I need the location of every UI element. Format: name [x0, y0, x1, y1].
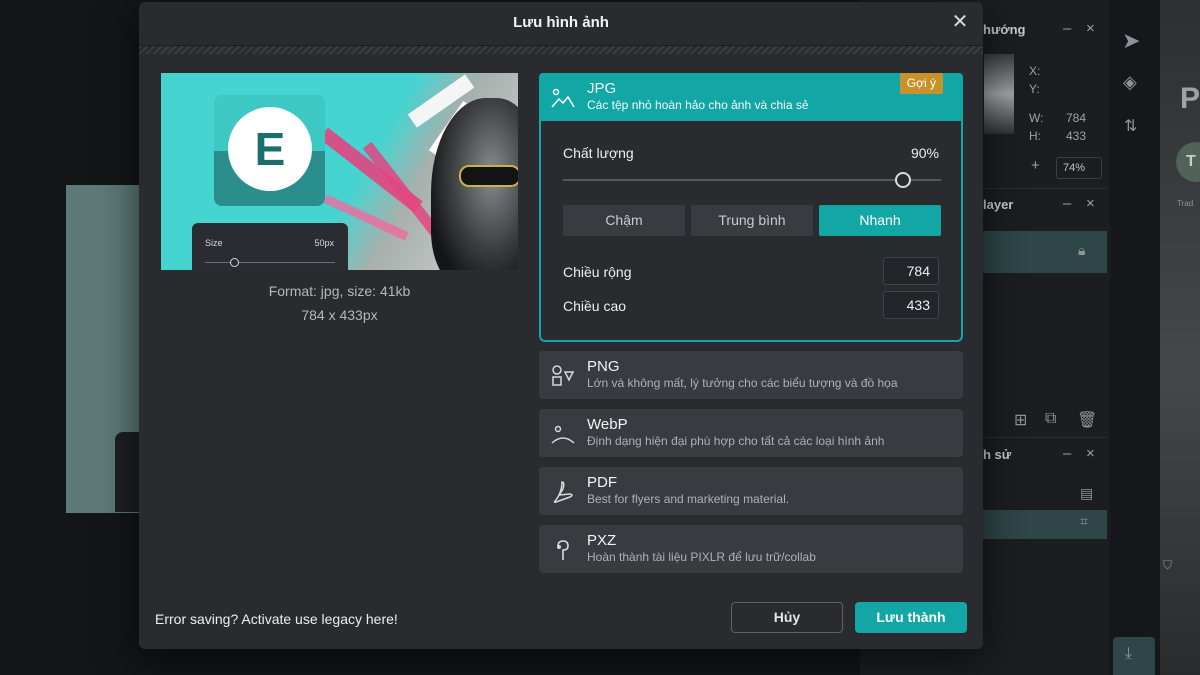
minimize-icon[interactable]: –: [1063, 445, 1071, 462]
h-value: 433: [1066, 129, 1087, 143]
save-image-dialog: Lưu hình ảnh ✕ E Size 50px Format: jpg, …: [139, 2, 983, 649]
filter-icon[interactable]: ⛉: [1163, 558, 1172, 573]
minimize-icon[interactable]: –: [1063, 20, 1071, 37]
image-icon: [550, 85, 576, 111]
w-value: 784: [1066, 111, 1087, 125]
preview-size-knob: [230, 258, 239, 267]
shapes-icon: [550, 363, 576, 389]
logo-circle: E: [228, 107, 312, 191]
duplicate-layer-icon[interactable]: ⧉: [1045, 410, 1056, 428]
format-name: PDF: [587, 474, 617, 491]
preview-dimensions-caption: 784 x 433px: [301, 307, 378, 323]
format-description: Best for flyers and marketing material.: [587, 492, 790, 506]
close-icon[interactable]: ✕: [949, 11, 971, 33]
far-small-text: Trad: [1177, 199, 1194, 208]
format-description: Định dạng hiện đại phù hợp cho tất cả cá…: [587, 434, 885, 448]
preview-size-card: Size 50px: [192, 223, 348, 270]
zoom-field[interactable]: 74%: [1056, 157, 1102, 179]
width-label: Chiều rộng: [563, 264, 632, 280]
format-png-header[interactable]: PNG Lớn và không mất, lý tưởng cho các b…: [539, 351, 963, 399]
format-option-png[interactable]: PNG Lớn và không mất, lý tưởng cho các b…: [539, 351, 963, 399]
format-name: JPG: [587, 80, 617, 97]
arrange-tool-icon[interactable]: ➤: [1122, 28, 1140, 54]
format-pdf-header[interactable]: PDF Best for flyers and marketing materi…: [539, 467, 963, 515]
quality-slider-track[interactable]: [563, 179, 941, 181]
pdf-icon: [550, 479, 576, 505]
minimize-icon[interactable]: –: [1063, 195, 1071, 212]
zoom-in-icon[interactable]: +: [1031, 157, 1040, 174]
panel-divider: [975, 437, 1107, 438]
layer-panel-title: layer: [983, 197, 1014, 212]
preview-size-value: 50px: [314, 238, 334, 248]
logo-letter: E: [254, 123, 286, 175]
dialog-title: Lưu hình ảnh: [513, 14, 609, 31]
quality-label: Chất lượng: [563, 145, 634, 161]
save-button[interactable]: Lưu thành: [855, 602, 967, 633]
header-hatch: [139, 46, 983, 54]
legacy-save-link[interactable]: Error saving? Activate use legacy here!: [155, 611, 398, 627]
cancel-button[interactable]: Hủy: [731, 602, 843, 633]
tool-strip: [1110, 0, 1160, 675]
download-button[interactable]: ⤓: [1113, 637, 1155, 675]
format-option-webp[interactable]: WebP Định dạng hiện đại phù hợp cho tất …: [539, 409, 963, 457]
speed-option-medium[interactable]: Trung bình: [691, 205, 813, 236]
w-label: W:: [1029, 111, 1044, 125]
format-description: Lớn và không mất, lý tưởng cho các biểu …: [587, 376, 898, 390]
jpg-options-panel: Chất lượng 90% Chậm Trung bình Nhanh Chi…: [539, 121, 963, 342]
x-label: X:: [1029, 64, 1041, 78]
crop-icon[interactable]: ⌗: [1080, 513, 1088, 530]
format-name: WebP: [587, 416, 628, 433]
preview-logo-card: E: [214, 95, 325, 206]
width-input[interactable]: [883, 257, 939, 285]
preview-size-label: Size: [205, 238, 223, 248]
history-tool-icon[interactable]: ⇅: [1124, 116, 1137, 136]
preview-glasses: [459, 165, 518, 187]
preview-format-caption: Format: jpg, size: 41kb: [268, 283, 411, 299]
h-label: H:: [1029, 129, 1041, 143]
format-webp-header[interactable]: WebP Định dạng hiện đại phù hợp cho tất …: [539, 409, 963, 457]
pxz-icon: [550, 537, 576, 563]
y-label: Y:: [1029, 82, 1040, 96]
format-description: Hoàn thành tài liệu PIXLR để lưu trữ/col…: [587, 550, 816, 564]
preview-image: E Size 50px: [161, 73, 518, 270]
height-input[interactable]: [883, 291, 939, 319]
document-icon[interactable]: ▤: [1080, 485, 1093, 502]
delete-layer-icon[interactable]: 🗑︎: [1077, 410, 1097, 430]
format-option-pxz[interactable]: PXZ Hoàn thành tài liệu PIXLR để lưu trữ…: [539, 525, 963, 573]
quality-value: 90%: [910, 145, 939, 161]
lock-icon[interactable]: 🔒︎: [1078, 242, 1085, 259]
download-icon: ⤓: [1125, 645, 1133, 662]
format-option-jpg[interactable]: JPG Các tệp nhỏ hoàn hảo cho ảnh và chia…: [539, 73, 963, 342]
format-description: Các tệp nhỏ hoàn hảo cho ảnh và chia sẻ: [587, 98, 809, 112]
webp-icon: [550, 421, 576, 447]
close-panel-icon[interactable]: ×: [1086, 195, 1095, 212]
recommended-badge: Gợi ý: [899, 73, 943, 94]
quality-slider-handle[interactable]: [895, 172, 912, 188]
close-panel-icon[interactable]: ×: [1086, 445, 1095, 462]
far-letter: P: [1180, 82, 1200, 115]
format-name: PNG: [587, 358, 620, 375]
format-name: PXZ: [587, 532, 617, 549]
panel-divider: [975, 188, 1107, 189]
preview-size-track: [205, 262, 335, 263]
layers-tool-icon[interactable]: ◈: [1123, 72, 1137, 93]
navigator-thumbnail: [984, 54, 1014, 134]
history-panel-title: h sử: [983, 447, 1012, 462]
add-layer-icon[interactable]: ⊞: [1014, 410, 1027, 430]
speed-option-slow[interactable]: Chậm: [563, 205, 685, 236]
format-pxz-header[interactable]: PXZ Hoàn thành tài liệu PIXLR để lưu trữ…: [539, 525, 963, 573]
dialog-header: Lưu hình ảnh ✕: [139, 2, 983, 46]
close-panel-icon[interactable]: ×: [1086, 20, 1095, 37]
navigator-title: hướng: [983, 22, 1026, 37]
height-label: Chiều cao: [563, 298, 627, 314]
speed-option-fast[interactable]: Nhanh: [819, 205, 941, 236]
format-jpg-header[interactable]: JPG Các tệp nhỏ hoàn hảo cho ảnh và chia…: [539, 73, 963, 121]
layer-row[interactable]: [975, 231, 1107, 273]
format-option-pdf[interactable]: PDF Best for flyers and marketing materi…: [539, 467, 963, 515]
